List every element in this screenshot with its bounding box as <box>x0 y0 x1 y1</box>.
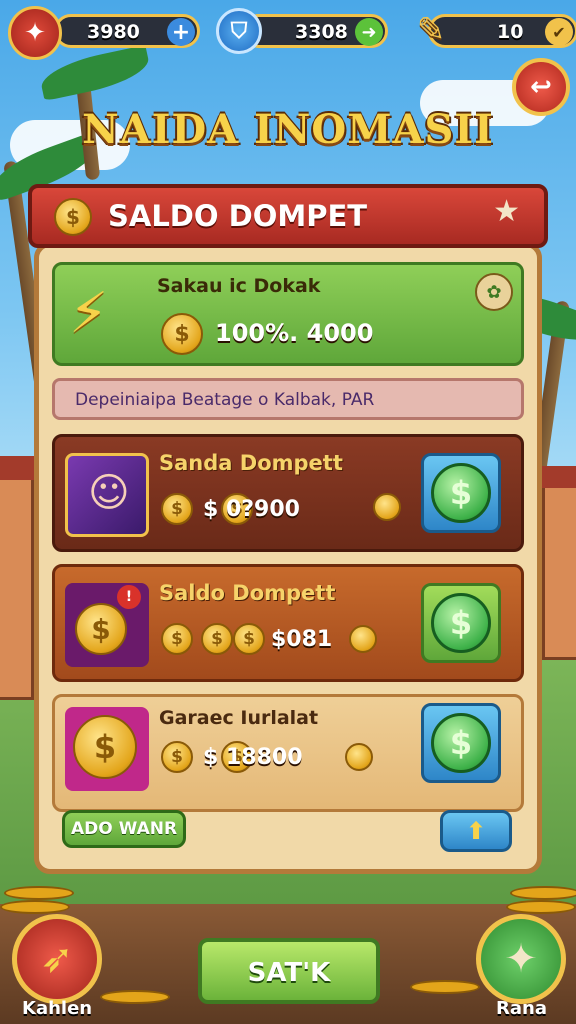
currency-pill-2: 3308 ➜ <box>242 14 388 48</box>
star-icon[interactable]: ★ <box>493 194 520 229</box>
item-title: Garaec Iurlalat <box>159 707 319 729</box>
scroll-up-button[interactable]: ⬆ <box>440 810 512 852</box>
house <box>542 480 576 660</box>
coin-icon <box>349 625 377 653</box>
coin-icon: $ <box>233 623 265 655</box>
currency-value-2: 3308 <box>295 21 348 43</box>
list-item: ☺ Sanda Dompett $ $ $ 0?900 $ <box>52 434 524 552</box>
character-icon: ☺ <box>88 470 130 516</box>
arrow-up-icon: ⬆ <box>465 817 487 845</box>
coin-stack <box>0 900 70 914</box>
item-title: Saldo Dompett <box>159 581 336 605</box>
plus-icon[interactable]: ➜ <box>355 18 383 46</box>
coin-icon <box>373 493 401 521</box>
top-bar: 3980 + ✦ 3308 ➜ ⛉ 10 ✔ ✎ <box>8 6 576 60</box>
list-item: $ ! Saldo Dompett $ $ $ $081 $ <box>52 564 524 682</box>
main-action-label: SAT'K <box>247 958 331 988</box>
dollar-coin-icon: $ <box>431 463 491 523</box>
list-item: $ Garaec Iurlalat $ $ $ 18800 $ <box>52 694 524 812</box>
item-value: $ 0?900 <box>203 497 300 522</box>
coin-icon: $ <box>161 741 193 773</box>
featured-label: Sakau ic Dokak <box>157 275 321 297</box>
coin-icon: $ <box>161 493 193 525</box>
add-button[interactable]: ADO WANR <box>62 810 186 848</box>
item-value: $ 18800 <box>203 745 303 770</box>
currency-pill-1: 3980 + <box>54 14 200 48</box>
coin-stack <box>410 980 480 994</box>
gear-icon[interactable]: ✿ <box>475 273 513 311</box>
panel-title: SALDO DOMPET <box>108 199 368 233</box>
game-scene: 3980 + ✦ 3308 ➜ ⛉ 10 ✔ ✎ ↩ NAIDA INOMASI… <box>0 0 576 1024</box>
shield-icon: ⛉ <box>216 8 262 54</box>
roof <box>0 456 38 480</box>
currency-value-1: 3980 <box>87 21 140 43</box>
coin-stack <box>100 990 170 1004</box>
buy-button[interactable]: $ <box>421 583 501 663</box>
map-icon: ✦ <box>504 936 538 982</box>
buy-button[interactable]: $ <box>421 453 501 533</box>
item-value: $081 <box>271 627 333 652</box>
coin-icon: $ <box>54 198 92 236</box>
featured-card[interactable]: ⚡ Sakau ic Dokak $ 100%. 4000 ✿ <box>52 262 524 366</box>
featured-value: 100%. 4000 <box>215 319 374 347</box>
lightning-icon: ⚡ <box>69 281 109 346</box>
palm-leaf <box>37 44 153 102</box>
right-action-button[interactable]: ✦ <box>476 914 566 1004</box>
dollar-coin-icon: $ <box>431 593 491 653</box>
coin-stack <box>4 886 74 900</box>
item-thumbnail: $ ! <box>65 583 149 667</box>
roof <box>536 466 576 488</box>
left-action-label: Kahlen <box>22 998 93 1019</box>
info-text: Depeiniaipa Beatage o Kalbak, PAR <box>75 390 375 410</box>
house <box>0 470 34 700</box>
alert-icon: ! <box>117 585 141 609</box>
info-strip: Depeiniaipa Beatage o Kalbak, PAR <box>52 378 524 420</box>
plus-icon[interactable]: + <box>167 18 195 46</box>
coin-stack <box>510 886 576 900</box>
item-thumbnail: $ <box>65 707 149 791</box>
left-action-button[interactable]: ➶ <box>12 914 102 1004</box>
buy-button[interactable]: $ <box>421 703 501 783</box>
right-action-label: Rana <box>496 998 547 1019</box>
coin-icon: $ <box>75 603 127 655</box>
main-action-button[interactable]: SAT'K <box>198 938 380 1004</box>
dollar-coin-icon: $ <box>431 713 491 773</box>
panel-banner: $ SALDO DOMPET ★ <box>28 184 548 248</box>
coin-icon: $ <box>161 623 193 655</box>
ticket-icon: ✎ <box>416 10 446 50</box>
character-avatar: ☺ <box>65 453 149 537</box>
page-title: NAIDA INOMASII <box>82 106 494 153</box>
coin-icon <box>345 743 373 771</box>
chevron-down-icon[interactable]: ✔ <box>545 18 573 46</box>
coin-stack <box>506 900 576 914</box>
coin-icon: $ <box>201 623 233 655</box>
profile-badge-icon[interactable]: ✦ <box>8 6 62 60</box>
arrow-target-icon: ➶ <box>40 936 74 982</box>
coin-icon: $ <box>161 313 203 355</box>
coin-icon: $ <box>73 715 137 779</box>
add-button-label: ADO WANR <box>70 819 178 839</box>
currency-value-3: 10 <box>497 21 524 43</box>
item-title: Sanda Dompett <box>159 451 343 475</box>
